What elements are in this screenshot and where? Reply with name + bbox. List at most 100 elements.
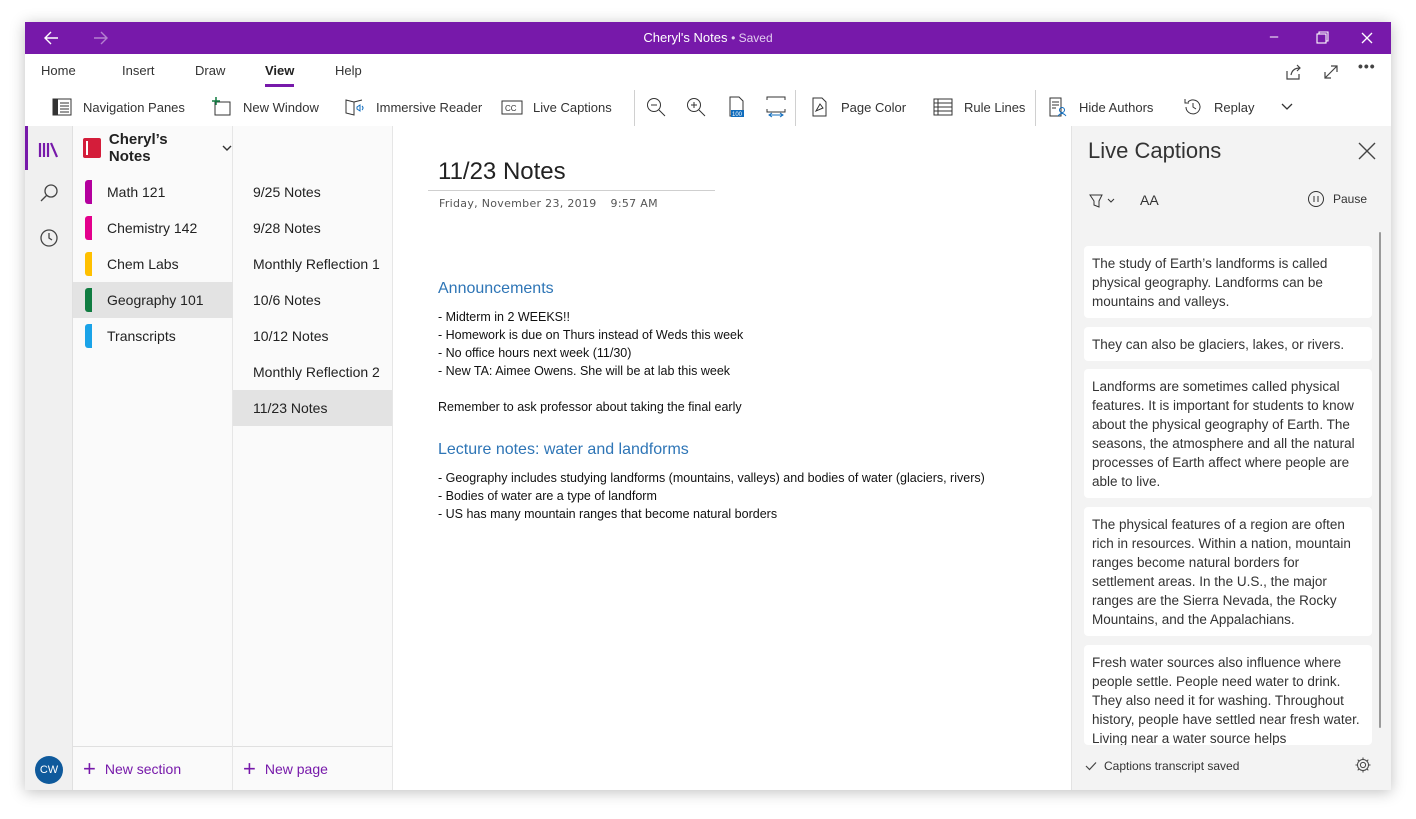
- fullscreen-button[interactable]: [1321, 62, 1341, 82]
- note-line[interactable]: - No office hours next week (11/30): [438, 346, 631, 360]
- close-captions-button[interactable]: [1356, 140, 1378, 162]
- caption-card: Landforms are sometimes called physical …: [1084, 369, 1372, 498]
- save-status: Saved: [738, 31, 773, 45]
- live-captions-label: Live Captions: [533, 99, 612, 115]
- new-page-button[interactable]: + New page: [233, 746, 392, 790]
- caption-card: Fresh water sources also influence where…: [1084, 645, 1372, 745]
- note-line[interactable]: - Midterm in 2 WEEKS!!: [438, 310, 570, 324]
- caption-card: The study of Earth’s landforms is called…: [1084, 246, 1372, 318]
- section-item-chem-labs[interactable]: Chem Labs: [73, 246, 233, 282]
- page-item[interactable]: Monthly Reflection 1: [233, 246, 392, 282]
- section-item-geography-101[interactable]: Geography 101: [73, 282, 233, 318]
- page-item[interactable]: Monthly Reflection 2: [233, 354, 392, 390]
- title-underline: [428, 190, 715, 191]
- note-line[interactable]: - Homework is due on Thurs instead of We…: [438, 328, 743, 342]
- new-section-button[interactable]: + New section: [73, 746, 232, 790]
- zoom-out-icon: [647, 98, 666, 117]
- live-captions-pane: Live Captions AA Pause The study of Eart…: [1071, 126, 1391, 790]
- close-icon: [1361, 32, 1373, 44]
- toolbar-divider: [795, 90, 796, 130]
- note-line[interactable]: Remember to ask professor about taking t…: [438, 400, 742, 414]
- notebooks-button[interactable]: [37, 138, 61, 162]
- navigation-panes-button[interactable]: Navigation Panes: [51, 94, 185, 120]
- live-captions-button[interactable]: CC Live Captions: [501, 94, 612, 120]
- captions-settings-button[interactable]: [1354, 756, 1372, 774]
- new-window-button[interactable]: New Window: [211, 94, 319, 120]
- minimize-button[interactable]: –: [1259, 28, 1289, 45]
- toolbar-divider: [634, 90, 635, 130]
- section-label: Transcripts: [107, 328, 176, 344]
- immersive-reader-button[interactable]: Immersive Reader: [344, 94, 482, 120]
- notebook-picker[interactable]: Cheryl’s Notes: [73, 126, 233, 170]
- highlight-button[interactable]: [1088, 192, 1118, 210]
- rule-lines-icon: [933, 98, 953, 116]
- rule-lines-button[interactable]: Rule Lines: [932, 94, 1025, 120]
- section-item-math-121[interactable]: Math 121: [73, 174, 233, 210]
- section-item-chemistry-142[interactable]: Chemistry 142: [73, 210, 233, 246]
- note-line[interactable]: - Bodies of water are a type of landform: [438, 489, 657, 503]
- more-button[interactable]: •••: [1358, 58, 1376, 74]
- checkmark-icon: [1085, 762, 1097, 771]
- tab-draw[interactable]: Draw: [195, 63, 225, 78]
- page-color-button[interactable]: Page Color: [809, 94, 906, 120]
- close-window-button[interactable]: [1352, 28, 1382, 48]
- text-size-button[interactable]: AA: [1140, 192, 1159, 208]
- section-color-tab: [85, 216, 92, 240]
- sections-pane: Cheryl’s Notes Math 121 Chemistry 142 Ch…: [73, 126, 233, 790]
- pause-icon: [1308, 191, 1324, 207]
- note-line[interactable]: - New TA: Aimee Owens. She will be at la…: [438, 364, 730, 378]
- section-label: Math 121: [107, 184, 166, 200]
- close-icon: [1358, 142, 1376, 160]
- onenote-window: Cheryl's Notes • Saved – Home Insert Dra…: [25, 22, 1391, 790]
- zoom-out-button[interactable]: [644, 96, 668, 118]
- page-item[interactable]: 9/28 Notes: [233, 210, 392, 246]
- maximize-button[interactable]: [1306, 28, 1336, 48]
- restore-icon: [1316, 31, 1329, 44]
- page-time-text: 9:57 AM: [610, 197, 658, 210]
- page-title[interactable]: 11/23 Notes: [438, 158, 566, 186]
- heading-lecture-notes[interactable]: Lecture notes: water and landforms: [438, 441, 689, 459]
- page-item[interactable]: 10/12 Notes: [233, 318, 392, 354]
- zoom-in-icon: [687, 98, 706, 117]
- section-item-transcripts[interactable]: Transcripts: [73, 318, 233, 354]
- page-item[interactable]: 10/6 Notes: [233, 282, 392, 318]
- page-width-icon: [766, 96, 786, 118]
- heading-announcements[interactable]: Announcements: [438, 280, 554, 298]
- hide-authors-button[interactable]: Hide Authors: [1047, 94, 1153, 120]
- page-item-selected[interactable]: 11/23 Notes: [233, 390, 392, 426]
- tab-insert[interactable]: Insert: [122, 63, 155, 78]
- note-line[interactable]: - US has many mountain ranges that becom…: [438, 507, 777, 521]
- section-label: Chemistry 142: [107, 220, 198, 236]
- hide-authors-label: Hide Authors: [1079, 99, 1154, 115]
- recent-notes-button[interactable]: [37, 226, 61, 250]
- view-toolbar: Navigation Panes New Window Immersive Re…: [25, 90, 1391, 130]
- replay-button[interactable]: Replay: [1182, 94, 1254, 120]
- tab-home[interactable]: Home: [41, 63, 76, 78]
- avatar[interactable]: CW: [35, 756, 63, 784]
- zoom-in-button[interactable]: [684, 96, 708, 118]
- navigation-panes-icon: [52, 98, 72, 116]
- svg-text:100: 100: [732, 112, 743, 118]
- section-label: Chem Labs: [107, 256, 179, 272]
- section-color-tab: [85, 324, 92, 348]
- replay-icon: [1184, 99, 1201, 115]
- captions-scrollbar[interactable]: [1379, 232, 1381, 728]
- new-section-label: New section: [104, 760, 182, 777]
- tab-help[interactable]: Help: [335, 63, 362, 78]
- gear-icon: [1355, 757, 1371, 773]
- note-line[interactable]: - Geography includes studying landforms …: [438, 471, 985, 485]
- notebook-title: Cheryl's Notes: [643, 30, 728, 45]
- page-width-button[interactable]: [764, 96, 788, 118]
- pause-button[interactable]: Pause: [1307, 190, 1367, 208]
- left-rail: CW: [25, 126, 73, 790]
- svg-text:CC: CC: [505, 104, 517, 113]
- toolbar-overflow-button[interactable]: [1277, 98, 1301, 120]
- toolbar-divider: [1035, 90, 1036, 130]
- search-button[interactable]: [37, 182, 61, 206]
- page-canvas[interactable]: 11/23 Notes Friday, November 23, 2019 9:5…: [393, 126, 1071, 790]
- zoom-100-button[interactable]: 100: [725, 96, 749, 118]
- tab-view[interactable]: View: [265, 63, 295, 87]
- share-button[interactable]: [1284, 62, 1304, 82]
- notebooks-icon: [38, 142, 59, 158]
- page-item[interactable]: 9/25 Notes: [233, 174, 392, 210]
